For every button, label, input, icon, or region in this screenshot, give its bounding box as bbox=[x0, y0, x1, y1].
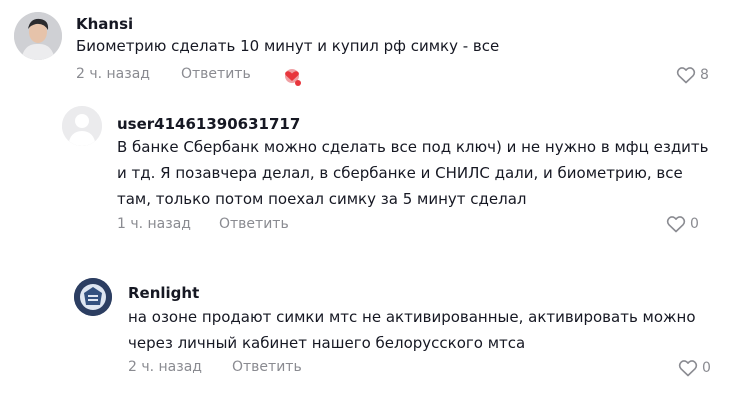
comment-text-line: на озоне продают симки мтс не активирова… bbox=[128, 308, 696, 326]
heart-outline-icon bbox=[678, 360, 698, 377]
comment-username[interactable]: Renlight bbox=[128, 284, 199, 302]
like-count: 8 bbox=[700, 67, 709, 83]
creator-liked-icon bbox=[280, 66, 304, 88]
comment-text-line: там, только потом поехал симку за 5 мину… bbox=[117, 190, 527, 208]
like-button[interactable]: 0 bbox=[678, 359, 711, 377]
avatar[interactable] bbox=[74, 278, 112, 316]
comment-item: Renlight на озоне продают симки мтс не а… bbox=[0, 270, 732, 410]
comment-time: 2 ч. назад bbox=[128, 359, 202, 375]
user-photo-avatar-icon bbox=[14, 12, 62, 60]
comment-text-line: через личный кабинет нашего белорусского… bbox=[128, 334, 526, 352]
comment-text: на озоне продают симки мтс не активирова… bbox=[128, 304, 696, 356]
like-count: 0 bbox=[702, 360, 711, 376]
comment-username[interactable]: Khansi bbox=[76, 15, 133, 33]
comment-text-line: В банке Сбербанк можно сделать все под к… bbox=[117, 138, 709, 156]
like-button[interactable]: 0 bbox=[666, 215, 699, 233]
comment-item: Khansi Биометрию сделать 10 минут и купи… bbox=[0, 0, 732, 95]
heart-outline-icon bbox=[666, 216, 686, 233]
comment-text: Биометрию сделать 10 минут и купил рф си… bbox=[76, 37, 500, 55]
reply-button[interactable]: Ответить bbox=[219, 216, 289, 232]
heart-outline-icon bbox=[676, 67, 696, 84]
comment-time: 1 ч. назад bbox=[117, 216, 191, 232]
picture-avatar-icon bbox=[74, 278, 112, 316]
default-avatar-icon bbox=[62, 106, 102, 146]
comment-text-line: и тд. Я позавчера делал, в сбербанке и С… bbox=[117, 164, 683, 182]
comment-username[interactable]: user41461390631717 bbox=[117, 115, 300, 133]
like-button[interactable]: 8 bbox=[676, 66, 709, 84]
reply-button[interactable]: Ответить bbox=[232, 359, 302, 375]
avatar[interactable] bbox=[62, 106, 102, 146]
comment-text: В банке Сбербанк можно сделать все под к… bbox=[117, 134, 709, 212]
reply-button[interactable]: Ответить bbox=[181, 66, 251, 82]
comment-time: 2 ч. назад bbox=[76, 66, 150, 82]
reply-item: user41461390631717 В банке Сбербанк можн… bbox=[0, 100, 732, 240]
like-count: 0 bbox=[690, 216, 699, 232]
comments-list: Khansi Биометрию сделать 10 минут и купи… bbox=[0, 0, 732, 415]
avatar[interactable] bbox=[14, 12, 62, 60]
